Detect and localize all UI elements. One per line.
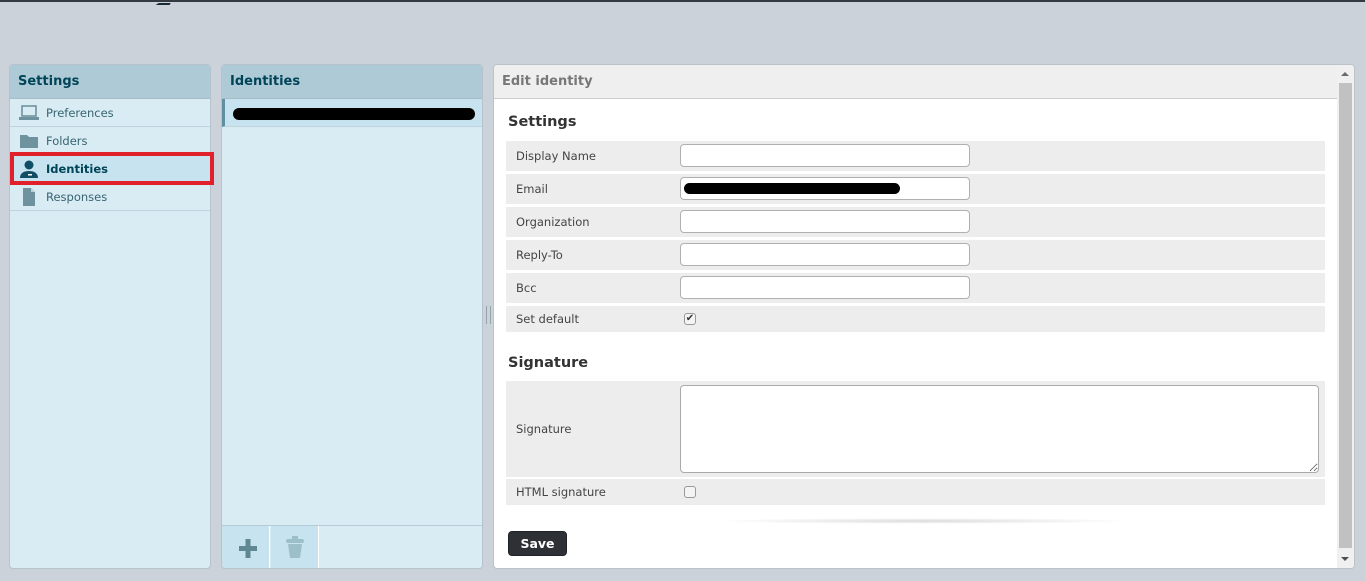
settings-panel-title: Settings <box>10 65 210 99</box>
display-name-input[interactable] <box>680 144 970 167</box>
edit-panel-title: Edit identity <box>494 65 1354 99</box>
signature-section-title: Signature <box>508 355 589 371</box>
redacted-identity <box>233 108 475 120</box>
redacted-email <box>684 183 900 194</box>
nav-item-label: Identities <box>46 162 109 176</box>
panel-splitter-handle[interactable] <box>486 306 491 324</box>
form-row-bcc: Bcc <box>506 273 1325 303</box>
settings-nav: Preferences Folders Identities Responses <box>10 99 210 211</box>
organization-label: Organization <box>516 215 590 229</box>
top-notch <box>155 0 173 5</box>
nav-item-label: Preferences <box>46 106 114 120</box>
display-name-label: Display Name <box>516 149 596 163</box>
email-input[interactable] <box>680 177 970 200</box>
html-signature-label: HTML signature <box>516 485 606 499</box>
folder-icon <box>19 132 39 150</box>
set-default-label: Set default <box>516 312 580 326</box>
reply-to-label: Reply-To <box>516 248 563 262</box>
signature-label: Signature <box>516 422 572 436</box>
reply-to-input[interactable] <box>680 243 970 266</box>
email-label: Email <box>516 182 548 196</box>
form-row-signature: Signature <box>506 381 1325 477</box>
form-row-organization: Organization <box>506 207 1325 237</box>
form-row-html-signature: HTML signature <box>506 479 1325 505</box>
form-row-set-default: Set default ✔ <box>506 306 1325 332</box>
organization-input[interactable] <box>680 210 970 233</box>
html-signature-checkbox[interactable] <box>684 486 696 498</box>
settings-section-title: Settings <box>508 114 577 130</box>
user-icon <box>19 160 39 178</box>
save-button[interactable]: Save <box>508 531 567 556</box>
scroll-down-arrow-icon[interactable] <box>1341 557 1349 561</box>
delete-identity-button[interactable] <box>271 526 319 568</box>
identity-list-item[interactable] <box>222 99 482 127</box>
form-divider-shadow <box>714 518 1134 524</box>
identities-list-footer <box>222 525 482 568</box>
nav-item-responses[interactable]: Responses <box>10 183 210 211</box>
form-row-display-name: Display Name <box>506 141 1325 171</box>
identities-panel-title: Identities <box>222 65 482 99</box>
nav-item-folders[interactable]: Folders <box>10 127 210 155</box>
bcc-label: Bcc <box>516 281 537 295</box>
edit-identity-panel: Edit identity Settings Display Name Emai… <box>493 64 1355 569</box>
document-icon <box>19 188 39 206</box>
scroll-thumb[interactable] <box>1339 83 1352 548</box>
nav-item-label: Folders <box>46 134 88 148</box>
identities-panel: Identities <box>221 64 483 569</box>
nav-item-identities[interactable]: Identities <box>10 155 210 183</box>
set-default-checkbox[interactable]: ✔ <box>684 313 696 325</box>
nav-item-preferences[interactable]: Preferences <box>10 99 210 127</box>
form-row-reply-to: Reply-To <box>506 240 1325 270</box>
nav-item-label: Responses <box>46 190 108 204</box>
top-border <box>0 0 1365 2</box>
plus-icon <box>239 539 257 558</box>
add-identity-button[interactable] <box>222 526 270 568</box>
bcc-input[interactable] <box>680 276 970 299</box>
scroll-up-arrow-icon[interactable] <box>1341 72 1349 76</box>
laptop-icon <box>19 104 39 122</box>
signature-textarea[interactable] <box>680 385 1319 473</box>
form-row-email: Email <box>506 174 1325 204</box>
trash-icon <box>286 536 304 558</box>
vertical-scrollbar[interactable] <box>1337 65 1354 568</box>
settings-panel: Settings Preferences Folders Identities … <box>9 64 211 569</box>
